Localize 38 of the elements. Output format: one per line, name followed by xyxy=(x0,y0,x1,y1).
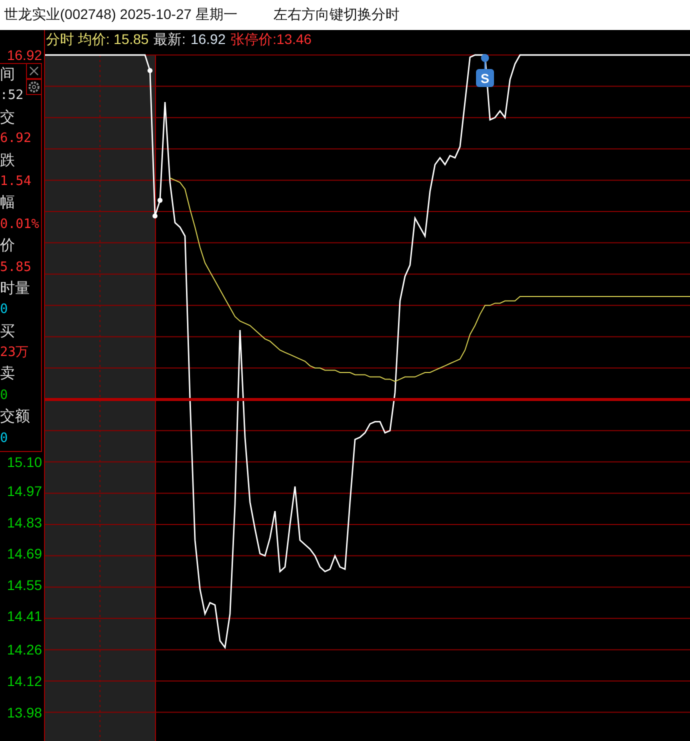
info-label: 价 xyxy=(0,236,15,254)
axis-label: 16.92 xyxy=(6,47,42,63)
info-label: 时量 xyxy=(0,278,30,297)
axis-label: 14.55 xyxy=(6,576,42,593)
axis-label: 13.98 xyxy=(6,704,42,720)
close-icon[interactable] xyxy=(26,63,42,79)
info-value: 1.54 xyxy=(0,174,32,189)
info-value: 0 xyxy=(0,388,8,403)
info-value: 23万 xyxy=(0,345,29,360)
axis-label: 14.12 xyxy=(6,673,42,689)
axis-label: 14.83 xyxy=(6,514,42,530)
info-label: 间 xyxy=(0,65,15,83)
legend-text: 最新: xyxy=(154,31,186,49)
hint-text: 左右方向键切换分时 xyxy=(273,6,400,24)
settings-icon[interactable] xyxy=(26,79,42,95)
legend-text: 张停价:13.46 xyxy=(230,31,312,49)
info-value: 6.92 xyxy=(0,131,32,146)
axis-label: 14.26 xyxy=(6,642,42,658)
info-value: 0 xyxy=(0,430,8,446)
info-value: 0.01% xyxy=(0,216,40,232)
info-label: 买 xyxy=(0,322,15,340)
axis-label: 14.97 xyxy=(6,482,42,499)
info-label: 交 xyxy=(0,108,15,126)
sell-signal-badge: S xyxy=(476,69,494,87)
info-label: 跌 xyxy=(0,150,15,169)
info-value: 5.85 xyxy=(0,260,32,275)
axis-label: 14.69 xyxy=(6,546,42,562)
axis-label: 14.41 xyxy=(6,608,42,624)
info-value: 0 xyxy=(0,302,8,318)
legend-text: 16.92 xyxy=(190,31,226,49)
info-label: 卖 xyxy=(0,364,15,382)
window-title: 世龙实业(002748) 2025-10-27 星期一 xyxy=(4,6,238,24)
info-label: 交额 xyxy=(0,407,30,426)
signal-pin-icon xyxy=(481,54,489,69)
legend-text: 分时 均价: 15.85 xyxy=(46,31,149,49)
info-value: :52 xyxy=(0,88,24,104)
info-label: 幅 xyxy=(0,193,15,212)
axis-label: 15.10 xyxy=(6,454,42,470)
